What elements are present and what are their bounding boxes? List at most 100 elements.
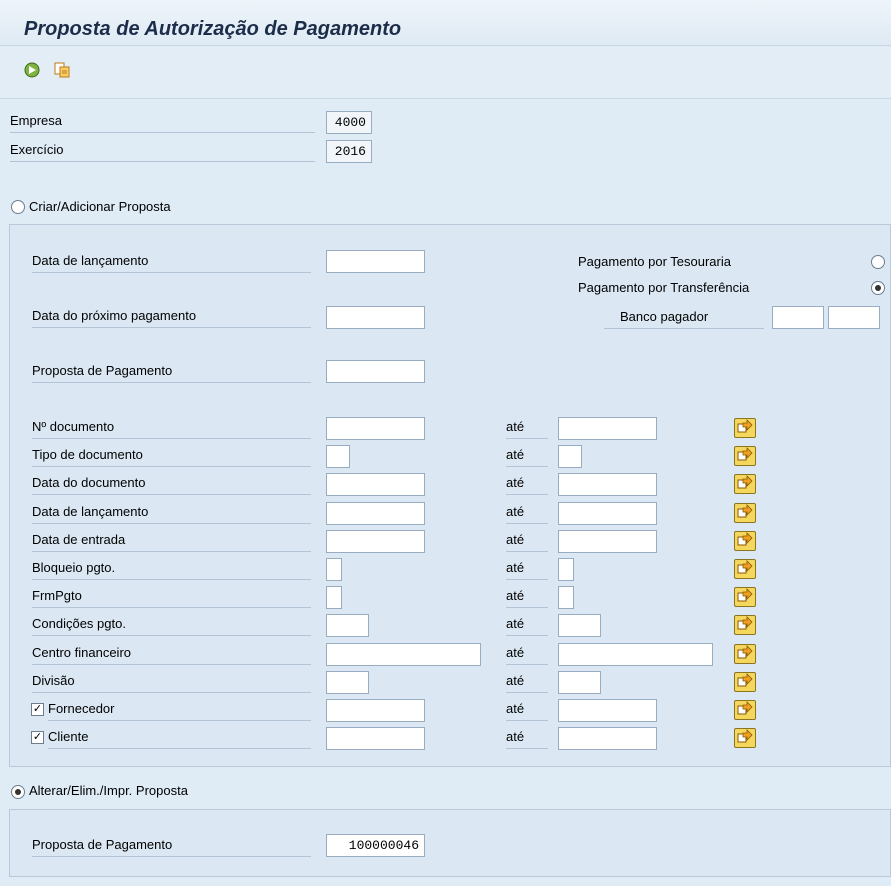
multiple-selection-button[interactable] — [734, 559, 756, 579]
multiple-selection-icon — [737, 475, 753, 489]
range-to-field[interactable] — [558, 727, 657, 750]
empresa-label: Empresa — [10, 111, 315, 133]
alterar-proposta-radio[interactable] — [11, 785, 25, 799]
range-to-label: até — [506, 586, 548, 608]
range-label: Cliente — [48, 727, 311, 749]
range-to-label: até — [506, 558, 548, 580]
range-to-label: até — [506, 473, 548, 495]
range-from-field[interactable] — [326, 502, 425, 525]
range-to-field[interactable] — [558, 445, 582, 468]
range-to-label: até — [506, 445, 548, 467]
application-toolbar — [0, 47, 891, 99]
pag-transferencia-label: Pagamento por Transferência — [578, 280, 750, 295]
empresa-field[interactable]: 4000 — [326, 111, 372, 134]
multiple-selection-button[interactable] — [734, 418, 756, 438]
range-to-label: até — [506, 671, 548, 693]
range-from-field[interactable] — [326, 727, 425, 750]
multiple-selection-button[interactable] — [734, 446, 756, 466]
multiple-selection-icon — [737, 504, 753, 518]
range-label: FrmPgto — [32, 586, 311, 608]
range-from-field[interactable] — [326, 586, 342, 609]
range-to-field[interactable] — [558, 473, 657, 496]
multiple-selection-icon — [737, 560, 753, 574]
range-to-label: até — [506, 699, 548, 721]
range-to-label: até — [506, 614, 548, 636]
multiple-selection-button[interactable] — [734, 672, 756, 692]
page-title: Proposta de Autorização de Pagamento — [24, 18, 402, 40]
range-label: Condições pgto. — [32, 614, 311, 636]
range-label: Data do documento — [32, 473, 311, 495]
multiple-selection-icon — [737, 673, 753, 687]
range-to-field[interactable] — [558, 417, 657, 440]
range-to-field[interactable] — [558, 530, 657, 553]
range-label: Nº documento — [32, 417, 311, 439]
multiple-selection-icon — [737, 701, 753, 715]
multiple-selection-button[interactable] — [734, 644, 756, 664]
multiple-selection-button[interactable] — [734, 587, 756, 607]
range-to-label: até — [506, 727, 548, 749]
range-label: Divisão — [32, 671, 311, 693]
range-to-field[interactable] — [558, 643, 713, 666]
range-to-field[interactable] — [558, 699, 657, 722]
exercicio-field[interactable]: 2016 — [326, 140, 372, 163]
proposta-pagamento-label: Proposta de Pagamento — [32, 361, 311, 383]
range-label: Centro financeiro — [32, 643, 311, 665]
get-variant-icon[interactable] — [52, 61, 72, 81]
banco-pagador-field-2[interactable] — [828, 306, 880, 329]
range-to-field[interactable] — [558, 558, 574, 581]
range-to-field[interactable] — [558, 586, 574, 609]
multiple-selection-icon — [737, 588, 753, 602]
range-checkbox[interactable]: ✓ — [31, 731, 44, 744]
range-to-label: até — [506, 502, 548, 524]
pag-tesouraria-label: Pagamento por Tesouraria — [578, 254, 731, 269]
multiple-selection-button[interactable] — [734, 503, 756, 523]
range-label: Data de lançamento — [32, 502, 311, 524]
data-lancamento-label: Data de lançamento — [32, 251, 311, 273]
data-proximo-pagamento-field[interactable] — [326, 306, 425, 329]
multiple-selection-icon — [737, 616, 753, 630]
range-to-label: até — [506, 530, 548, 552]
range-from-field[interactable] — [326, 699, 425, 722]
banco-pagador-label: Banco pagador — [604, 307, 764, 329]
range-from-field[interactable] — [326, 558, 342, 581]
range-checkbox[interactable]: ✓ — [31, 703, 44, 716]
range-to-field[interactable] — [558, 502, 657, 525]
alterar-proposta-pagamento-field[interactable]: 100000046 — [326, 834, 425, 857]
proposta-pagamento-field[interactable] — [326, 360, 425, 383]
multiple-selection-button[interactable] — [734, 474, 756, 494]
criar-proposta-radio[interactable] — [11, 200, 25, 214]
multiple-selection-button[interactable] — [734, 531, 756, 551]
multiple-selection-icon — [737, 645, 753, 659]
range-from-field[interactable] — [326, 473, 425, 496]
multiple-selection-icon — [737, 532, 753, 546]
multiple-selection-icon — [737, 447, 753, 461]
range-label: Bloqueio pgto. — [32, 558, 311, 580]
range-to-field[interactable] — [558, 671, 601, 694]
banco-pagador-field-1[interactable] — [772, 306, 824, 329]
data-lancamento-field[interactable] — [326, 250, 425, 273]
pag-tesouraria-radio[interactable] — [871, 255, 885, 269]
range-from-field[interactable] — [326, 417, 425, 440]
range-from-field[interactable] — [326, 671, 369, 694]
range-from-field[interactable] — [326, 530, 425, 553]
range-label: Tipo de documento — [32, 445, 311, 467]
multiple-selection-button[interactable] — [734, 700, 756, 720]
range-to-field[interactable] — [558, 614, 601, 637]
range-to-label: até — [506, 417, 548, 439]
execute-icon[interactable] — [22, 61, 42, 81]
exercicio-label: Exercício — [10, 140, 315, 162]
range-from-field[interactable] — [326, 445, 350, 468]
range-from-field[interactable] — [326, 643, 481, 666]
multiple-selection-button[interactable] — [734, 615, 756, 635]
range-to-label: até — [506, 643, 548, 665]
multiple-selection-icon — [737, 729, 753, 743]
pag-transferencia-radio[interactable] — [871, 281, 885, 295]
alterar-proposta-label: Alterar/Elim./Impr. Proposta — [29, 783, 188, 798]
multiple-selection-icon — [737, 419, 753, 433]
criar-proposta-label: Criar/Adicionar Proposta — [29, 199, 171, 214]
range-from-field[interactable] — [326, 614, 369, 637]
data-proximo-pagamento-label: Data do próximo pagamento — [32, 306, 311, 328]
multiple-selection-button[interactable] — [734, 728, 756, 748]
title-bar: Proposta de Autorização de Pagamento — [0, 0, 891, 46]
alterar-proposta-pagamento-label: Proposta de Pagamento — [32, 835, 311, 857]
